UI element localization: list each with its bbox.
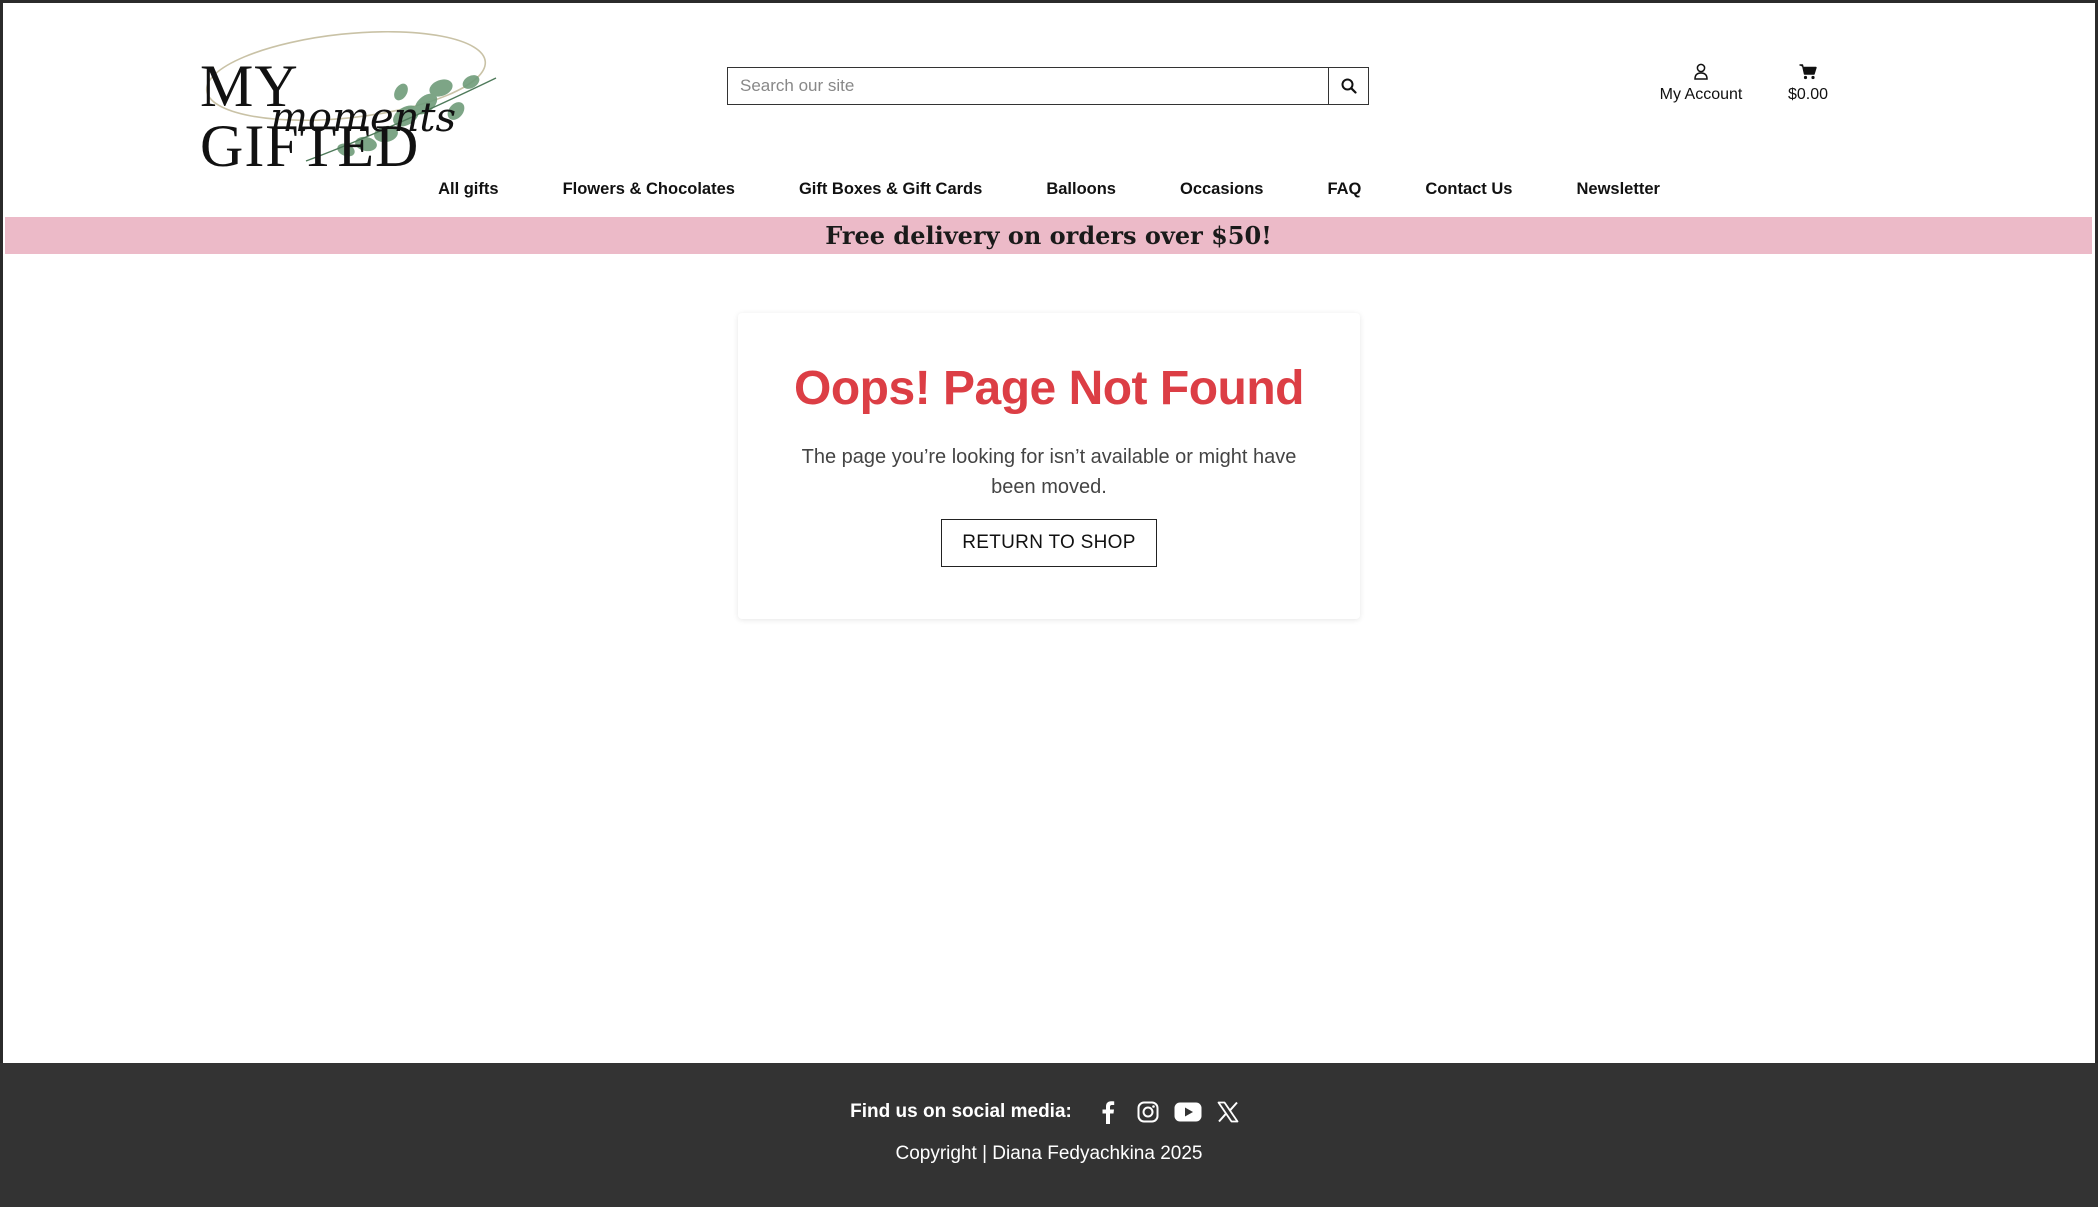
cart-link[interactable]: $0.00 bbox=[1780, 62, 1836, 104]
youtube-link[interactable] bbox=[1173, 1099, 1203, 1125]
site-footer: Find us on social media: Copyright | Dia… bbox=[0, 1063, 2098, 1207]
facebook-icon bbox=[1102, 1101, 1115, 1124]
logo-text-script: moments bbox=[270, 95, 456, 141]
search-button[interactable] bbox=[1328, 68, 1368, 104]
error-message: The page you’re looking for isn’t availa… bbox=[801, 446, 1297, 498]
youtube-icon bbox=[1174, 1102, 1202, 1122]
cart-icon bbox=[1799, 64, 1817, 80]
social-links: Find us on social media: bbox=[0, 1099, 2098, 1125]
nav-item-balloons[interactable]: Balloons bbox=[1014, 175, 1148, 205]
my-account-label: My Account bbox=[1659, 86, 1743, 103]
facebook-link[interactable] bbox=[1093, 1099, 1123, 1125]
site-header: MY GIFTED moments My Account $0.00 All g… bbox=[0, 0, 2098, 217]
nav-item-faq[interactable]: FAQ bbox=[1295, 175, 1393, 205]
main-nav: All gifts Flowers & Chocolates Gift Boxe… bbox=[0, 175, 2098, 205]
error-title: Oops! Page Not Found bbox=[794, 362, 1304, 415]
instagram-icon bbox=[1137, 1101, 1159, 1123]
error-card: Oops! Page Not Found The page you’re loo… bbox=[738, 313, 1360, 619]
instagram-link[interactable] bbox=[1133, 1099, 1163, 1125]
promo-text: Free delivery on orders over $50! bbox=[825, 221, 1272, 250]
search-icon bbox=[1341, 78, 1357, 94]
search-bar bbox=[727, 67, 1369, 105]
copyright-text: Copyright | Diana Fedyachkina 2025 bbox=[895, 1143, 1203, 1164]
x-icon bbox=[1217, 1101, 1239, 1123]
nav-item-gift-boxes[interactable]: Gift Boxes & Gift Cards bbox=[767, 175, 1014, 205]
user-icon bbox=[1694, 63, 1708, 80]
nav-item-newsletter[interactable]: Newsletter bbox=[1544, 175, 1691, 205]
social-label: Find us on social media: bbox=[850, 1101, 1072, 1122]
cart-total: $0.00 bbox=[1787, 86, 1829, 103]
search-input[interactable] bbox=[728, 68, 1328, 104]
nav-item-contact-us[interactable]: Contact Us bbox=[1393, 175, 1544, 205]
nav-item-occasions[interactable]: Occasions bbox=[1148, 175, 1295, 205]
site-logo[interactable]: MY GIFTED moments bbox=[196, 16, 516, 176]
my-account-link[interactable]: My Account bbox=[1648, 62, 1754, 104]
x-link[interactable] bbox=[1213, 1099, 1243, 1125]
return-to-shop-button[interactable]: RETURN TO SHOP bbox=[941, 519, 1157, 567]
promo-banner: Free delivery on orders over $50! bbox=[5, 217, 2092, 254]
nav-item-flowers-chocolates[interactable]: Flowers & Chocolates bbox=[531, 175, 767, 205]
nav-item-all-gifts[interactable]: All gifts bbox=[406, 175, 531, 205]
